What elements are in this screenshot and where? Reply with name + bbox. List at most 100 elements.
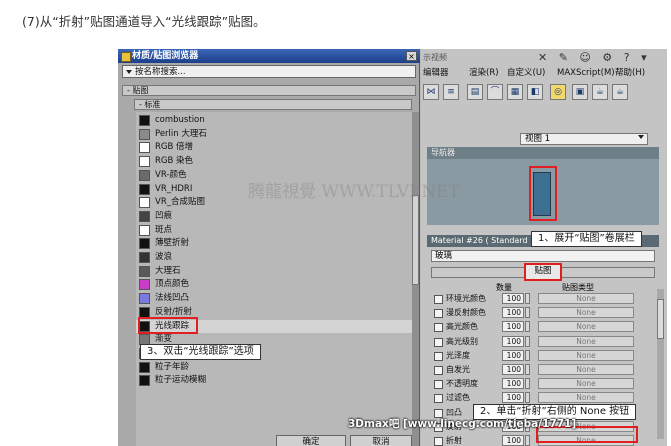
rollout-maps[interactable]: - 贴图	[122, 85, 416, 96]
schematic-icon[interactable]: ▦	[507, 84, 523, 100]
map-swatch-icon	[139, 156, 150, 168]
map-enable-checkbox[interactable]	[434, 380, 443, 390]
map-list: combustion Perlin 大理石 RGB 倍增 RGB 染色 VR-颜色 VR_…	[136, 112, 412, 446]
list-item[interactable]: 法线凹凸	[136, 292, 412, 305]
map-enable-checkbox[interactable]	[434, 366, 443, 375]
map-enable-checkbox[interactable]	[434, 295, 443, 304]
render-icon[interactable]: ☕	[612, 84, 628, 100]
map-amount-input[interactable]: 100	[502, 378, 524, 390]
map-channel-name: 不透明度	[446, 379, 478, 389]
amount-spinner[interactable]	[525, 378, 530, 390]
table-row: 漫反射颜色 100 None	[434, 306, 656, 319]
table-row: 高光级别 100 None	[434, 335, 656, 348]
map-amount-input[interactable]: 100	[502, 307, 524, 319]
map-amount-input[interactable]: 100	[502, 321, 524, 333]
list-item[interactable]: 薄壁折射	[136, 237, 412, 250]
quick-render-icon[interactable]: ☕	[592, 84, 608, 100]
map-none-button[interactable]: None	[538, 293, 634, 304]
list-item[interactable]: RGB 染色	[136, 155, 412, 168]
map-enable-checkbox[interactable]	[434, 437, 443, 446]
dialog-title-bar[interactable]: 材质/贴图浏览器	[118, 49, 420, 63]
map-none-button[interactable]: None	[538, 307, 634, 319]
map-swatch-icon	[139, 265, 150, 277]
menu-editor[interactable]: 编辑器	[423, 67, 449, 80]
map-amount-input[interactable]: 100	[502, 349, 524, 361]
map-enable-checkbox[interactable]	[434, 323, 443, 333]
map-none-button[interactable]: None	[538, 349, 634, 361]
menu-help[interactable]: 帮助(H)	[615, 67, 645, 80]
map-swatch-icon	[139, 375, 150, 387]
map-enable-checkbox[interactable]	[434, 337, 443, 347]
list-item[interactable]: 波浪	[136, 251, 412, 264]
list-item[interactable]: 粒子年龄	[136, 361, 412, 374]
map-none-button[interactable]: None	[538, 378, 634, 390]
amount-spinner[interactable]	[525, 335, 530, 347]
page-caption: (7)从“折射”贴图通道导入“光线跟踪”贴图。	[22, 14, 266, 29]
amount-spinner[interactable]	[525, 321, 530, 333]
map-amount-input[interactable]: 100	[502, 392, 524, 404]
map-enable-checkbox[interactable]	[434, 394, 443, 404]
list-item[interactable]: 凹痕	[136, 210, 412, 223]
amount-spinner[interactable]	[525, 392, 530, 404]
panel-scrollbar-thumb[interactable]	[657, 299, 664, 339]
map-none-button[interactable]: None	[538, 335, 634, 347]
render-setup-icon[interactable]: ◧	[527, 84, 543, 100]
menu-maxscript[interactable]: MAXScript(M)	[557, 67, 615, 80]
table-row: 光泽度 100 None	[434, 349, 656, 362]
list-item[interactable]: combustion	[136, 114, 412, 127]
map-enable-checkbox[interactable]	[434, 309, 443, 319]
cancel-button[interactable]: 取消	[350, 435, 412, 446]
map-none-button[interactable]: None	[538, 364, 634, 375]
list-item[interactable]: 顶点颜色	[136, 278, 412, 291]
list-item[interactable]: 大理石	[136, 265, 412, 278]
callout-step3: 3、双击“光线跟踪”选项	[140, 344, 261, 360]
curve-editor-icon[interactable]: ⌒	[487, 84, 503, 100]
ok-button[interactable]: 确定	[276, 435, 346, 446]
map-enable-checkbox[interactable]	[434, 351, 443, 361]
map-amount-input[interactable]: 100	[502, 293, 524, 304]
list-item[interactable]: RGB 倍增	[136, 141, 412, 154]
map-item-label: 粒子运动模糊	[155, 375, 207, 386]
close-icon[interactable]: ×	[406, 51, 417, 61]
list-item[interactable]: 斑点	[136, 224, 412, 237]
app-icon	[121, 52, 131, 62]
map-item-label: 斑点	[155, 224, 173, 235]
search-by-name-input[interactable]: 按名称搜索...	[122, 65, 416, 78]
callout-step1: 1、展开“贴图”卷展栏	[531, 231, 642, 247]
map-none-button[interactable]: None	[538, 392, 634, 404]
table-row: 高光颜色 100 None	[434, 320, 656, 333]
list-item[interactable]: Perlin 大理石	[136, 128, 412, 141]
amount-spinner[interactable]	[525, 307, 530, 319]
map-none-button[interactable]: None	[538, 321, 634, 333]
amount-spinner[interactable]	[525, 349, 530, 361]
rollout-standard[interactable]: - 标准	[134, 99, 412, 110]
material-map-browser: 材质/贴图浏览器 × 按名称搜索... - 贴图 - 标准 combustion…	[118, 49, 420, 446]
scrollbar-thumb[interactable]	[412, 195, 419, 285]
table-row: 环境光颜色 100 None	[434, 292, 656, 305]
mirror-icon[interactable]: ⋈	[423, 84, 439, 100]
material-editor-icon[interactable]: ◎	[550, 84, 566, 100]
amount-spinner[interactable]	[525, 364, 530, 375]
view-selector[interactable]: 视图 1	[520, 133, 648, 145]
material-name-field[interactable]: 玻璃	[431, 250, 655, 262]
list-item[interactable]: 粒子运动模糊	[136, 374, 412, 387]
menu-customize[interactable]: 自定义(U)	[507, 67, 545, 80]
map-swatch-icon	[139, 224, 150, 236]
map-amount-input[interactable]: 100	[502, 435, 524, 446]
map-swatch-icon	[139, 210, 150, 222]
map-swatch-icon	[139, 279, 150, 291]
chevron-down-icon[interactable]	[638, 135, 644, 139]
amount-spinner[interactable]	[525, 293, 530, 304]
render-frame-icon[interactable]: ▣	[572, 84, 588, 100]
map-swatch-icon	[139, 169, 150, 181]
map-swatch-icon	[139, 183, 150, 195]
map-swatch-icon	[139, 361, 150, 373]
menu-render[interactable]: 渲染(R)	[469, 67, 499, 80]
map-amount-input[interactable]: 100	[502, 364, 524, 375]
align-icon[interactable]: ≡	[443, 84, 459, 100]
map-channel-name: 光泽度	[446, 350, 470, 360]
chevron-down-icon[interactable]	[126, 70, 132, 74]
amount-spinner[interactable]	[525, 435, 530, 446]
map-amount-input[interactable]: 100	[502, 335, 524, 347]
layer-icon[interactable]: ▤	[467, 84, 483, 100]
